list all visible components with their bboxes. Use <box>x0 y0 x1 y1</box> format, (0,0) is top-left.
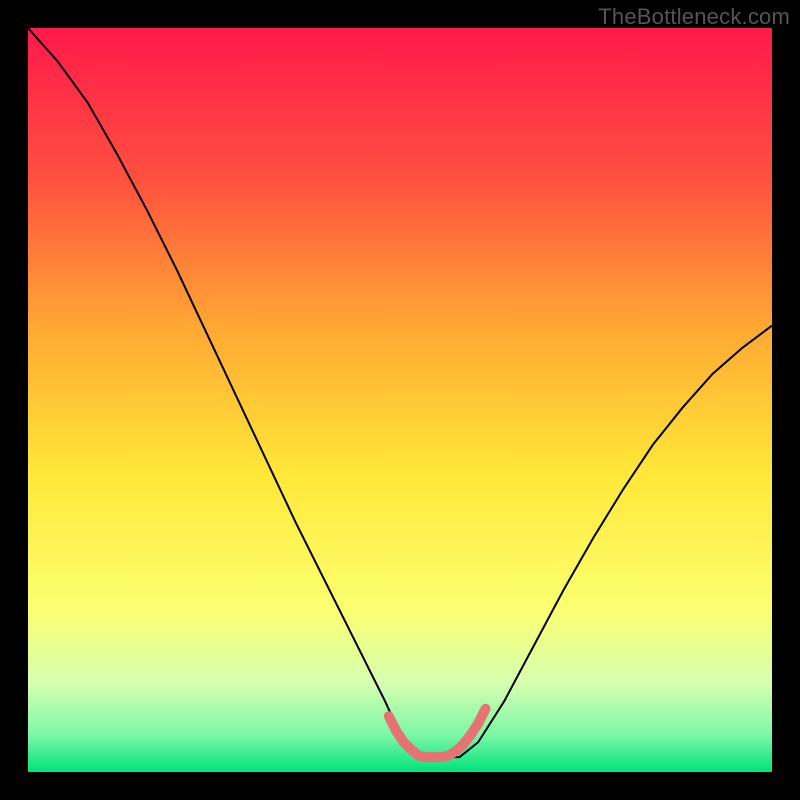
gradient-background <box>28 28 772 772</box>
plot-area <box>28 28 772 772</box>
watermark-text: TheBottleneck.com <box>598 4 790 30</box>
bottleneck-chart <box>28 28 772 772</box>
chart-frame: TheBottleneck.com <box>0 0 800 800</box>
